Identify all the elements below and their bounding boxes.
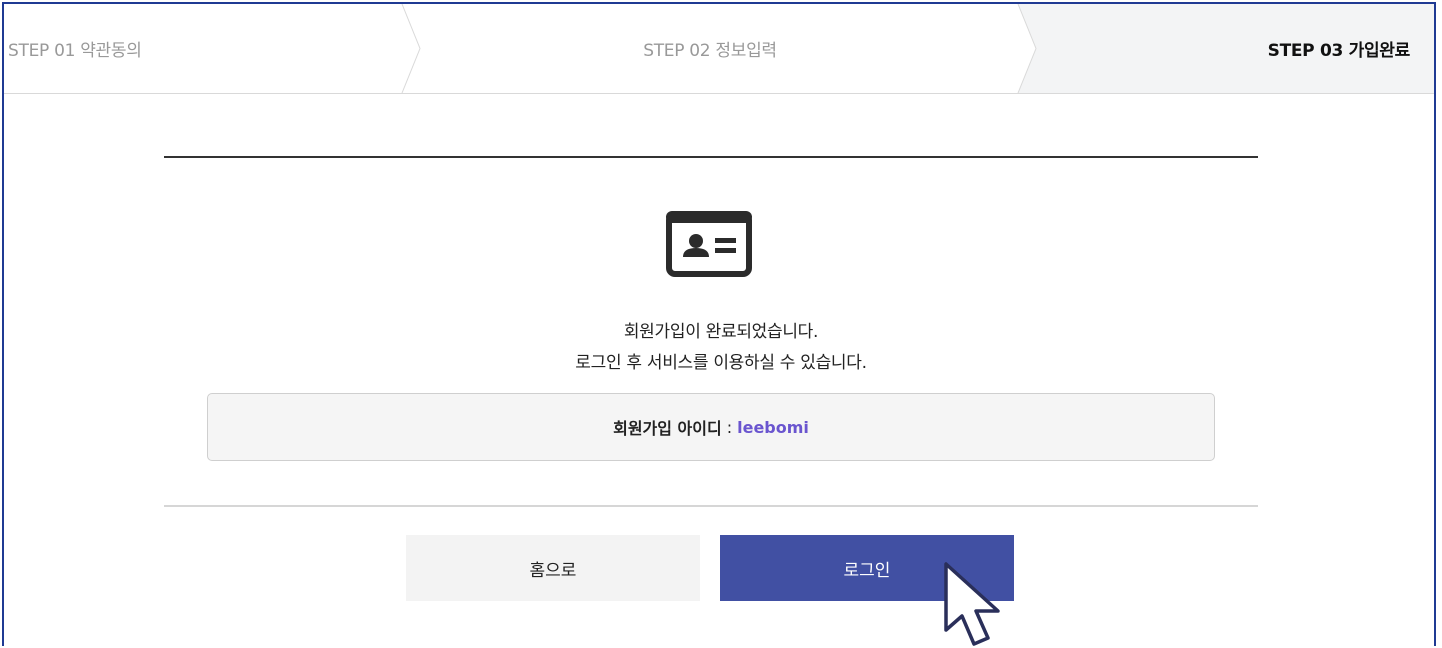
- member-id-label: 회원가입 아이디: [613, 419, 722, 438]
- step-progress-bar: STEP 01 약관동의 STEP 02 정보입력 STEP 03 가입완료: [4, 4, 1434, 94]
- bottom-divider: [164, 505, 1258, 507]
- home-button[interactable]: 홈으로: [406, 535, 700, 601]
- id-card-icon: [666, 211, 752, 277]
- member-id-separator: :: [726, 417, 733, 437]
- chevron-right-icon: [1016, 4, 1037, 93]
- signup-complete-window: STEP 01 약관동의 STEP 02 정보입력 STEP 03 가입완료 회…: [2, 2, 1436, 646]
- mouse-pointer-icon: [944, 562, 1000, 646]
- step-3-active: STEP 03 가입완료: [1018, 4, 1434, 93]
- login-guide-message: 로그인 후 서비스를 이용하실 수 있습니다.: [575, 353, 867, 373]
- top-divider: [164, 156, 1258, 158]
- member-id-value: leebomi: [737, 417, 809, 437]
- complete-message: 회원가입이 완료되었습니다.: [623, 322, 819, 342]
- step-1: STEP 01 약관동의: [8, 41, 142, 61]
- step-2: STEP 02 정보입력: [643, 41, 777, 61]
- member-id-box: 회원가입 아이디 : leebomi: [207, 393, 1215, 461]
